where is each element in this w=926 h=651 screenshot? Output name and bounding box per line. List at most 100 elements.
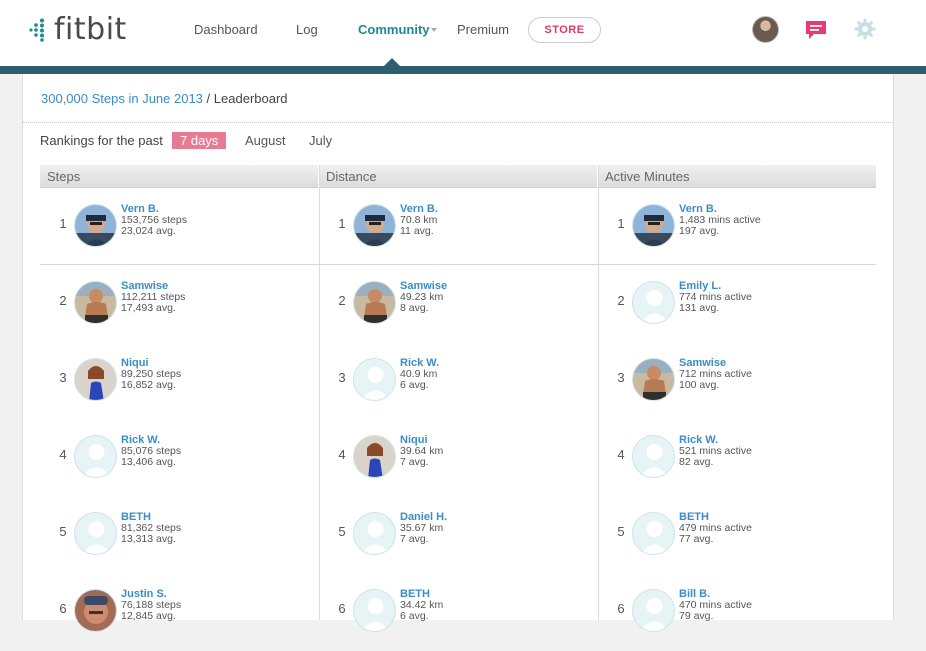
profile-photo[interactable] [353,204,396,247]
leaderboard-entry: 2 Samwise 49.23 km 8 avg. [319,266,597,343]
filter-august[interactable]: August [237,132,293,149]
leaderboard-entry: 5 BETH 81,362 steps 13,313 avg. [40,497,318,574]
member-average: 131 avg. [679,302,720,314]
profile-photo[interactable] [353,589,396,632]
profile-photo[interactable] [74,589,117,632]
leaderboard-entry: 1 Vern B. 70.8 km 11 avg. [319,189,597,266]
leaderboard-entry: 3 Samwise 712 mins active 100 avg. [598,343,876,420]
rank-number: 2 [59,293,67,308]
profile-photo[interactable] [353,358,396,401]
leaderboard-panel: 300,000 Steps in June 2013 / Leaderboard… [22,74,894,632]
profile-photo[interactable] [353,435,396,478]
breadcrumb-current: Leaderboard [213,91,288,106]
divider [23,122,893,123]
member-average: 82 avg. [679,456,714,468]
member-average: 100 avg. [679,379,720,391]
leaderboard-column: Distance 1 Vern B. 70.8 km 11 avg. 2 Samwise 49… [319,165,597,632]
nav-community[interactable]: Community [358,22,430,37]
rank-number: 1 [338,216,346,231]
leaderboard-entry: 4 Niqui 39.64 km 7 avg. [319,420,597,497]
leaderboard-entry: 4 Rick W. 85,076 steps 13,406 avg. [40,420,318,497]
member-average: 23,024 avg. [121,225,176,237]
message-icon[interactable] [804,19,828,41]
store-button[interactable]: STORE [528,17,601,43]
leaderboard-entry: 6 BETH 34.42 km 6 avg. [319,574,597,651]
rank-number: 4 [338,447,346,462]
member-average: 7 avg. [400,456,429,468]
leaderboard-entry: 6 Bill B. 470 mins active 79 avg. [598,574,876,651]
rank-number: 3 [617,370,625,385]
rank-number: 3 [59,370,67,385]
row-divider [40,264,876,265]
filter-july[interactable]: July [301,132,340,149]
profile-photo[interactable] [74,358,117,401]
leaderboard-entry: 6 Justin S. 76,188 steps 12,845 avg. [40,574,318,651]
rank-number: 5 [617,524,625,539]
member-average: 11 avg. [400,225,434,237]
profile-photo[interactable] [632,589,675,632]
member-average: 6 avg. [400,610,429,622]
profile-photo[interactable] [74,435,117,478]
profile-photo[interactable] [632,281,675,324]
profile-photo[interactable] [353,512,396,555]
nav-log[interactable]: Log [296,22,318,37]
top-navigation-bar: fitbit Dashboard Log Community Premium S… [0,0,926,66]
member-average: 7 avg. [400,533,429,545]
member-average: 17,493 avg. [121,302,176,314]
leaderboard-entry: 5 Daniel H. 35.67 km 7 avg. [319,497,597,574]
profile-photo[interactable] [632,358,675,401]
leaderboard-entry: 4 Rick W. 521 mins active 82 avg. [598,420,876,497]
leaderboard-column: Steps 1 Vern B. 153,756 steps 23,024 avg. 2 Sa… [40,165,318,632]
leaderboard-entry: 3 Niqui 89,250 steps 16,852 avg. [40,343,318,420]
leaderboard-entry: 1 Vern B. 153,756 steps 23,024 avg. [40,189,318,266]
rank-number: 2 [617,293,625,308]
profile-photo[interactable] [74,281,117,324]
leaderboard-entry: 3 Rick W. 40.9 km 6 avg. [319,343,597,420]
rank-number: 6 [59,601,67,616]
leaderboard-column: Active Minutes 1 Vern B. 1,483 mins active 1… [598,165,876,632]
member-average: 6 avg. [400,379,429,391]
profile-photo[interactable] [632,204,675,247]
column-header: Steps [40,165,318,188]
profile-photo[interactable] [353,281,396,324]
fitbit-dots-icon [29,18,44,42]
breadcrumb-challenge-link[interactable]: 300,000 Steps in June 2013 [41,91,203,106]
profile-photo[interactable] [632,512,675,555]
rank-number: 4 [59,447,67,462]
nav-premium[interactable]: Premium [457,22,509,37]
rank-number: 6 [338,601,346,616]
filter-7-days[interactable]: 7 days [172,132,227,149]
rank-number: 5 [338,524,346,539]
leaderboard-entry: 2 Emily L. 774 mins active 131 avg. [598,266,876,343]
member-average: 197 avg. [679,225,720,237]
member-average: 12,845 avg. [121,610,176,622]
member-average: 79 avg. [679,610,714,622]
breadcrumb-separator: / [206,91,211,106]
fitbit-logo[interactable]: fitbit [28,14,127,46]
member-average: 16,852 avg. [121,379,176,391]
user-avatar[interactable] [752,16,779,43]
breadcrumb: 300,000 Steps in June 2013 / Leaderboard [41,91,288,106]
rank-number: 1 [59,216,67,231]
leaderboard-entry: 2 Samwise 112,211 steps 17,493 avg. [40,266,318,343]
chevron-down-icon[interactable] [431,28,437,32]
column-header: Active Minutes [598,165,876,188]
member-average: 8 avg. [400,302,429,314]
nav-dashboard[interactable]: Dashboard [194,22,258,37]
gear-icon[interactable] [854,18,876,40]
profile-photo[interactable] [632,435,675,478]
rank-number: 2 [338,293,346,308]
rankings-label: Rankings for the past [40,133,163,148]
rank-number: 6 [617,601,625,616]
header-accent-bar [0,66,926,74]
rank-number: 5 [59,524,67,539]
profile-photo[interactable] [74,512,117,555]
rank-number: 1 [617,216,625,231]
leaderboard-entry: 5 BETH 479 mins active 77 avg. [598,497,876,574]
rank-number: 3 [338,370,346,385]
member-average: 13,406 avg. [121,456,176,468]
member-average: 77 avg. [679,533,714,545]
brand-name: fitbit [54,12,127,47]
profile-photo[interactable] [74,204,117,247]
active-nav-indicator [383,58,401,67]
